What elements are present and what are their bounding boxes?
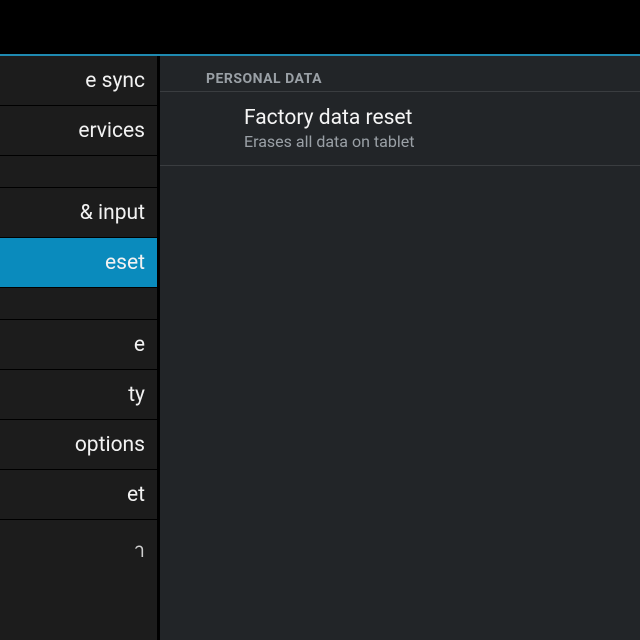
sidebar-item-backup-reset[interactable]: eset: [0, 238, 157, 288]
sidebar-item-label: options: [75, 433, 145, 457]
settings-sidebar: e sync ervices & input eset e ty options…: [0, 56, 158, 640]
sidebar-item-label: ervices: [78, 119, 145, 143]
setting-factory-data-reset[interactable]: Factory data reset Erases all data on ta…: [160, 92, 640, 166]
section-header-label: PERSONAL DATA: [206, 71, 322, 87]
sidebar-section-gap: [0, 288, 157, 320]
sidebar-item-label: e sync: [85, 69, 145, 93]
sidebar-section-gap: [0, 156, 157, 188]
sidebar-item-label: et: [127, 483, 145, 507]
sidebar-item-sync[interactable]: e sync: [0, 56, 157, 106]
settings-content: PERSONAL DATA Factory data reset Erases …: [159, 56, 640, 640]
sidebar-item-label: & input: [80, 201, 145, 225]
sidebar-item-ty[interactable]: ty: [0, 370, 157, 420]
setting-subtitle: Erases all data on tablet: [244, 132, 640, 151]
sidebar-item-language-input[interactable]: & input: [0, 188, 157, 238]
sidebar-item-options[interactable]: options: [0, 420, 157, 470]
sidebar-item-label: e: [134, 333, 145, 357]
section-header-personal-data: PERSONAL DATA: [160, 56, 640, 92]
sidebar-item-label: eset: [105, 251, 145, 275]
sidebar-item-label: ty: [128, 383, 145, 407]
sidebar-item-loose[interactable]: า: [0, 520, 157, 580]
sidebar-item-e[interactable]: e: [0, 320, 157, 370]
sidebar-item-label: า: [134, 534, 145, 566]
settings-screen: e sync ervices & input eset e ty options…: [0, 0, 640, 640]
sidebar-item-services[interactable]: ervices: [0, 106, 157, 156]
setting-title: Factory data reset: [244, 106, 640, 130]
sidebar-item-et[interactable]: et: [0, 470, 157, 520]
